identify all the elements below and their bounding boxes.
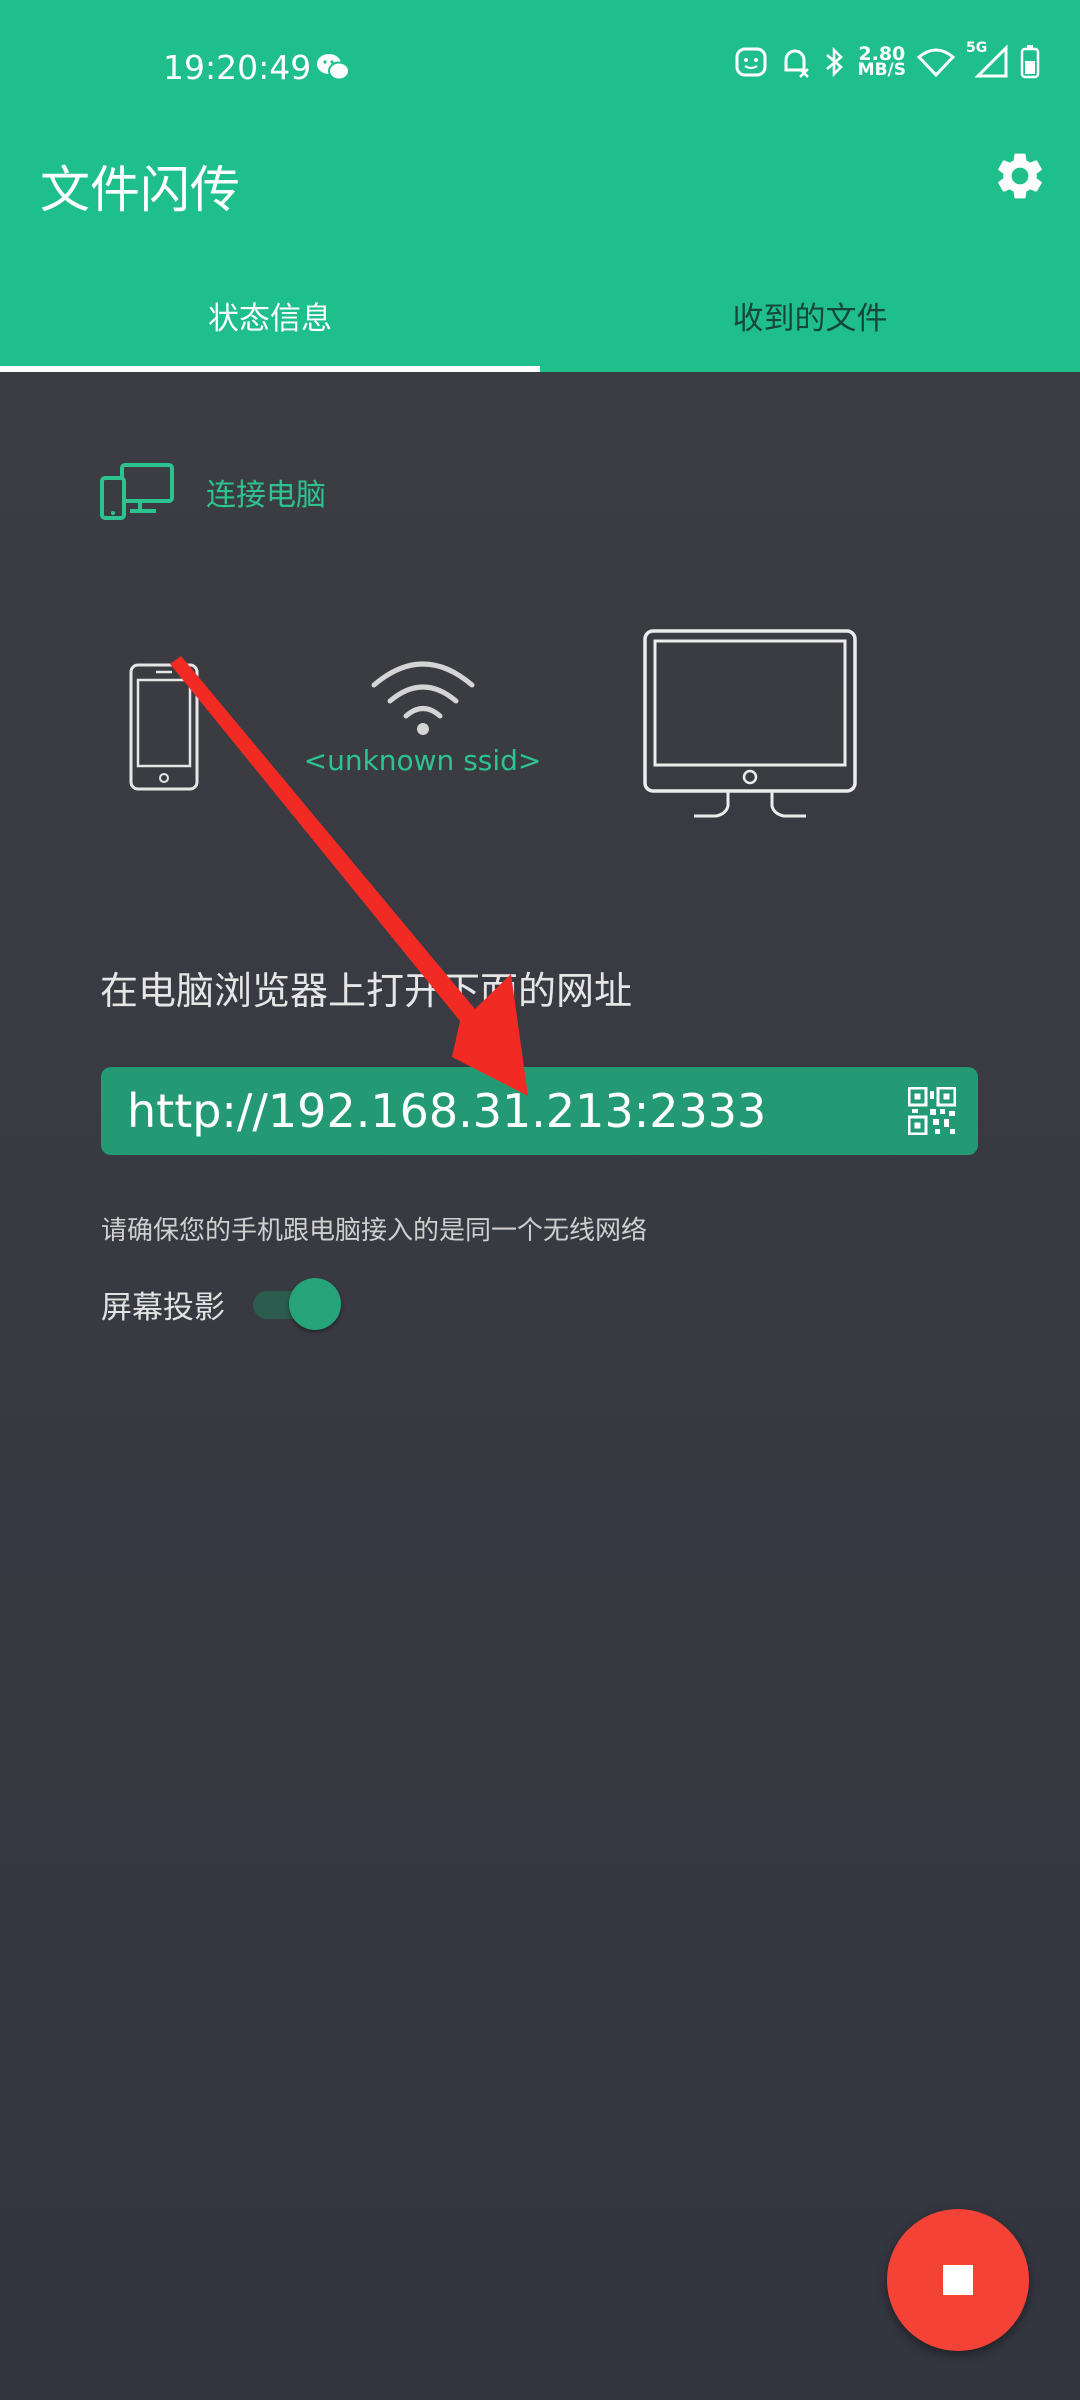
devices-icon [100,463,174,520]
notification-muted-icon [784,49,809,78]
screen-projection-row: 屏幕投影 [101,1278,341,1330]
server-url[interactable]: http://192.168.31.213:2333 [127,1084,766,1138]
instruction-text: 在电脑浏览器上打开下面的网址 [100,969,633,1013]
net-speed: 2.80 MB/S [857,45,906,80]
tab-status-info[interactable]: 状态信息 [0,255,540,372]
net-speed-unit: MB/S [857,60,906,80]
app-title: 文件闪传 [40,161,240,219]
wechat-icon [317,54,350,81]
ssid-label: <unknown ssid> [303,744,542,777]
qr-code-icon[interactable] [908,1087,956,1135]
stop-icon [943,2265,973,2295]
bluetooth-icon [825,46,843,78]
screen-projection-toggle[interactable] [253,1278,341,1330]
connect-computer-row: 连接电脑 [100,462,326,522]
wifi-icon [371,661,475,735]
status-bar: 19:20:49 2.80 MB/S 5G [0,0,1080,136]
tab-bar: 状态信息 收到的文件 [0,255,1080,372]
stop-service-button[interactable] [887,2209,1029,2351]
status-icons: 2.80 MB/S 5G [734,40,1040,80]
status-time: 19:20:49 [163,48,312,87]
tab-received-files[interactable]: 收到的文件 [540,255,1080,372]
app-header: 19:20:49 2.80 MB/S 5G 文件闪传 状态信息 收到的文件 [0,0,1080,372]
wifi-status-icon [916,48,956,78]
same-network-note: 请确保您的手机跟电脑接入的是同一个无线网络 [101,1216,648,1246]
signal-label: 5G [966,40,988,56]
signal-group: 5G [966,40,1010,80]
settings-gear-icon[interactable] [992,148,1048,204]
toggle-thumb [289,1278,341,1330]
face-icon [735,47,767,77]
monitor-icon [643,629,857,818]
screen-projection-label: 屏幕投影 [101,1289,225,1326]
phone-icon [129,663,199,791]
tab-label: 收到的文件 [732,301,888,337]
connect-computer-label: 连接电脑 [206,478,326,513]
tab-label: 状态信息 [208,301,332,337]
battery-icon [1020,45,1040,79]
status-content: 连接电脑 <unknown ssid> 在电脑浏览器上打开下面的网址 http:… [0,372,1080,2400]
url-box[interactable]: http://192.168.31.213:2333 [101,1067,978,1155]
